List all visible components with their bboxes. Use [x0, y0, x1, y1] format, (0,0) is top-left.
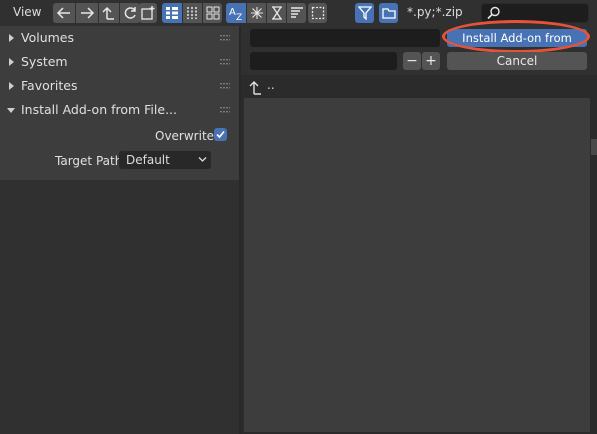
sidebar-section-volumes[interactable]: Volumes [0, 26, 240, 50]
arrow-left-icon [56, 7, 70, 19]
refresh-icon [124, 7, 136, 19]
cancel-button[interactable]: Cancel [447, 52, 587, 70]
thumbnails-icon [206, 6, 219, 20]
sidebar-section-install-addon[interactable]: Install Add-on from File... [0, 98, 240, 122]
sidebar: Volumes System Favorites Install Add-on … [0, 26, 240, 434]
increment-filename-button[interactable]: + [422, 52, 440, 70]
sort-alphabetical-icon: AZ [229, 7, 242, 21]
file-list[interactable] [244, 98, 590, 432]
filter-toggle-button[interactable] [355, 3, 374, 23]
drag-grip-icon[interactable] [220, 82, 230, 90]
expand-arrow-icon [9, 34, 14, 42]
filter-glob-text[interactable]: *.py;*.zip [407, 5, 463, 19]
folder-filter-button[interactable] [379, 3, 398, 23]
sort-size-button[interactable] [287, 3, 306, 23]
sidebar-section-label: Favorites [21, 78, 78, 93]
sort-extension-button[interactable] [247, 3, 266, 23]
parent-directory-entry[interactable]: .. [241, 77, 597, 97]
overwrite-label: Overwrite [155, 129, 215, 143]
show-hidden-button[interactable] [308, 3, 327, 23]
drag-grip-icon[interactable] [220, 106, 230, 114]
expand-arrow-icon [9, 82, 14, 90]
sidebar-section-label: Install Add-on from File... [21, 102, 177, 117]
show-hidden-icon [311, 6, 324, 20]
filter-icon [357, 6, 372, 20]
sidebar-section-system[interactable]: System [0, 50, 240, 74]
highlight-ring-annotation [442, 20, 590, 53]
directory-path-input[interactable] [250, 29, 440, 47]
folder-icon [381, 8, 396, 19]
sort-time-button[interactable] [267, 3, 286, 23]
target-path-value: Default [126, 153, 170, 167]
scrollbar-stub[interactable] [591, 139, 597, 155]
parent-directory-button[interactable] [99, 3, 119, 23]
display-horizontal-list-button[interactable] [183, 3, 202, 23]
chevron-down-icon [198, 157, 207, 162]
svg-text:A: A [229, 7, 236, 18]
target-path-select[interactable]: Default [119, 151, 211, 169]
sidebar-section-favorites[interactable]: Favorites [0, 74, 240, 98]
drag-grip-icon[interactable] [220, 58, 230, 66]
display-vertical-list-button[interactable] [162, 3, 182, 23]
sort-alphabetical-button[interactable]: AZ [226, 3, 246, 23]
sort-time-icon [271, 6, 282, 20]
new-folder-icon [141, 6, 155, 20]
parent-directory-icon [249, 81, 261, 95]
sidebar-section-label: Volumes [21, 30, 75, 45]
sidebar-section-label: System [21, 54, 68, 69]
display-thumbnails-button[interactable] [203, 3, 222, 23]
back-button[interactable] [53, 3, 75, 23]
refresh-button[interactable] [120, 3, 140, 23]
sort-extension-icon [250, 7, 263, 19]
collapse-arrow-icon [7, 108, 15, 113]
new-folder-button[interactable] [139, 3, 157, 23]
expand-arrow-icon [9, 58, 14, 66]
overwrite-checkbox[interactable] [214, 128, 227, 141]
drag-grip-icon[interactable] [220, 34, 230, 42]
target-path-label: Target Path [55, 154, 123, 168]
parent-directory-icon [102, 6, 114, 20]
checkmark-icon [216, 130, 225, 139]
horizontal-list-icon [186, 7, 197, 19]
install-options-panel: Overwrite Target Path Default [0, 122, 240, 180]
search-input[interactable] [504, 5, 586, 21]
arrow-right-icon [81, 7, 95, 19]
vertical-list-icon [166, 7, 178, 19]
svg-text:Z: Z [236, 13, 242, 21]
view-menu[interactable]: View [13, 5, 41, 19]
sort-size-icon [290, 7, 303, 18]
parent-entry-label: .. [267, 78, 275, 92]
decrement-filename-button[interactable]: − [403, 52, 421, 70]
search-icon [487, 6, 500, 20]
filename-input[interactable] [250, 52, 397, 70]
forward-button[interactable] [76, 3, 98, 23]
